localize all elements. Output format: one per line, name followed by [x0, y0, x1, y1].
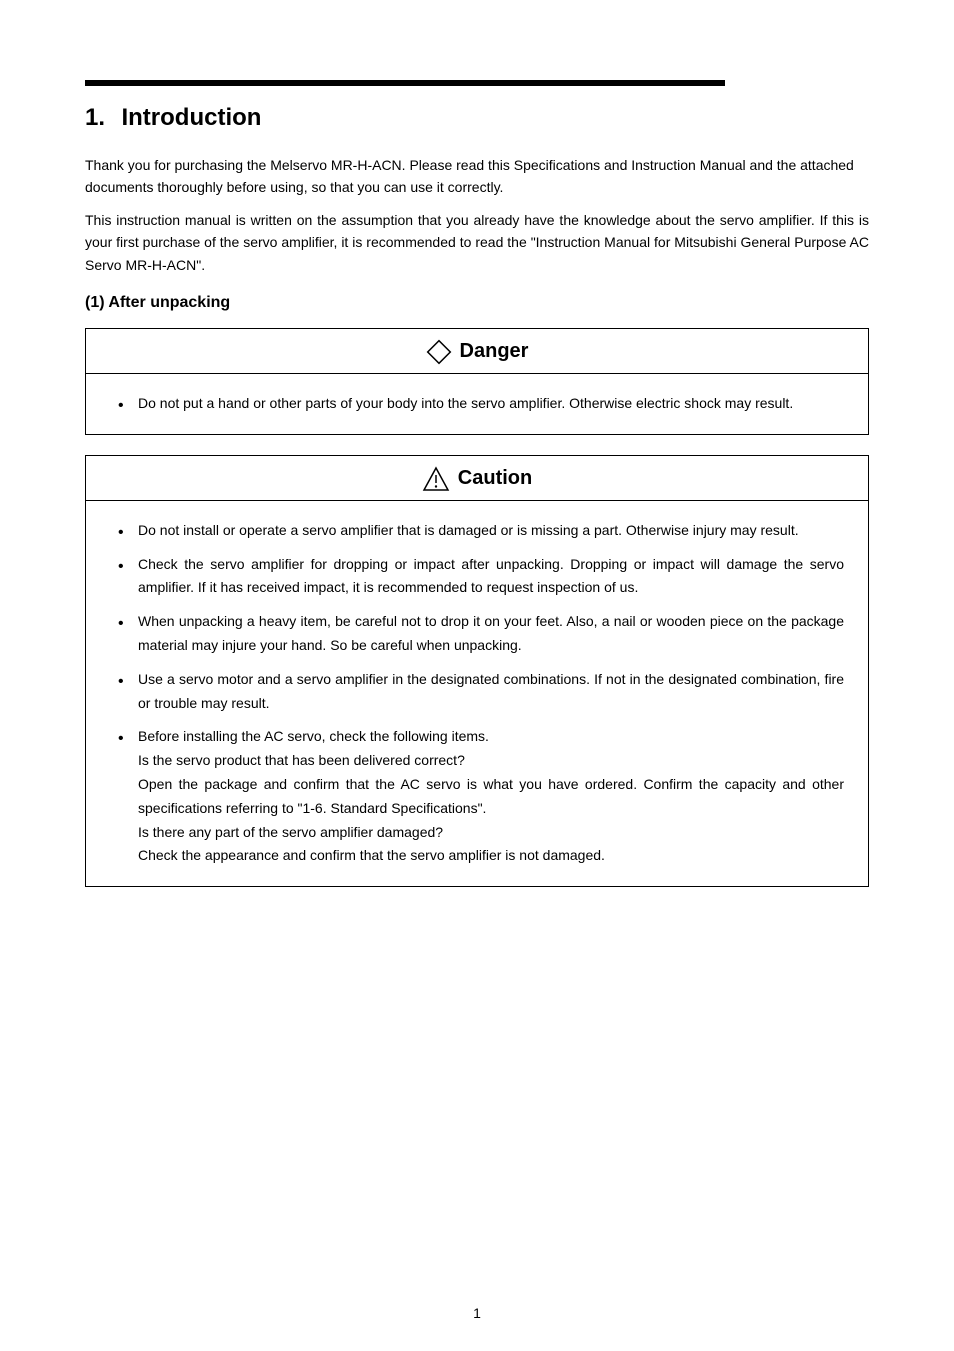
caution-item: Check the servo amplifier for dropping o…: [110, 553, 844, 601]
section-heading: 1. Introduction: [85, 104, 869, 132]
caution-item: Before installing the AC servo, check th…: [110, 725, 844, 868]
section-title: Introduction: [121, 104, 261, 132]
caution-header: Caution: [86, 456, 868, 501]
danger-header: Danger: [86, 329, 868, 374]
danger-box: Danger Do not put a hand or other parts …: [85, 328, 869, 435]
subsection-heading: (1) After unpacking: [85, 294, 869, 312]
header-rule: [85, 80, 725, 86]
danger-header-label: Danger: [460, 340, 529, 363]
caution-body: Do not install or operate a servo amplif…: [86, 501, 868, 886]
caution-box: Caution Do not install or operate a serv…: [85, 455, 869, 887]
caution-item: When unpacking a heavy item, be careful …: [110, 610, 844, 658]
diamond-icon: [426, 339, 452, 365]
triangle-icon: [422, 466, 450, 492]
intro-paragraph-1: Thank you for purchasing the Melservo MR…: [85, 154, 869, 199]
caution-item: Use a servo motor and a servo amplifier …: [110, 668, 844, 716]
intro-paragraph-2: This instruction manual is written on th…: [85, 209, 869, 276]
caution-item: Do not install or operate a servo amplif…: [110, 519, 844, 543]
section-number: 1.: [85, 104, 105, 132]
danger-body: Do not put a hand or other parts of your…: [86, 374, 868, 434]
page-number: 1: [0, 1305, 954, 1321]
danger-item: Do not put a hand or other parts of your…: [110, 392, 844, 416]
caution-header-label: Caution: [458, 467, 532, 490]
